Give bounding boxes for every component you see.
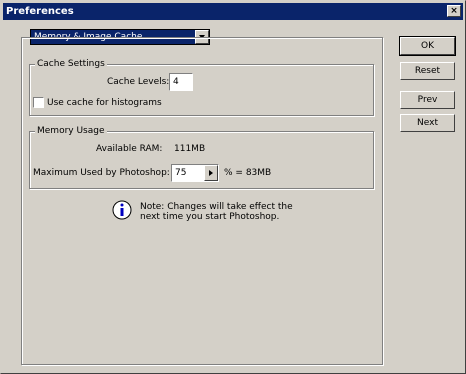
available-ram-value: 111MB	[174, 144, 206, 154]
window-title: Preferences	[6, 6, 74, 17]
preferences-dialog: Preferences × Memory & Image Cache Cache…	[0, 0, 466, 374]
cache-levels-input[interactable]: 4	[169, 73, 193, 91]
close-button[interactable]: ×	[447, 5, 461, 17]
note-line-1: Note: Changes will take effect the	[140, 202, 293, 212]
note-line-2: next time you start Photoshop.	[140, 212, 280, 222]
memory-usage-legend: Memory Usage	[35, 126, 107, 136]
ok-button[interactable]: OK	[399, 36, 456, 56]
cache-settings-legend: Cache Settings	[35, 59, 107, 69]
reset-button[interactable]: Reset	[400, 62, 455, 80]
title-bar: Preferences ×	[3, 3, 463, 20]
next-button-label: Next	[417, 118, 438, 128]
next-button[interactable]: Next	[400, 114, 455, 132]
prev-button[interactable]: Prev	[400, 91, 455, 109]
ok-button-label: OK	[421, 41, 434, 51]
close-icon: ×	[450, 6, 458, 16]
info-icon	[112, 200, 132, 220]
max-usage-spinner[interactable]	[204, 165, 218, 181]
histogram-checkbox[interactable]	[33, 97, 44, 108]
max-usage-value: 75	[175, 168, 187, 178]
cache-levels-label: Cache Levels:	[107, 77, 170, 87]
cache-levels-value: 4	[173, 77, 179, 87]
max-usage-label: Maximum Used by Photoshop:	[33, 168, 170, 178]
prev-button-label: Prev	[417, 95, 438, 105]
max-usage-input[interactable]: 75	[171, 164, 219, 182]
cache-settings-group	[29, 64, 374, 116]
max-usage-suffix: % = 83MB	[224, 168, 272, 178]
reset-button-label: Reset	[414, 66, 441, 76]
histogram-checkbox-label: Use cache for histograms	[47, 98, 162, 108]
available-ram-label: Available RAM:	[96, 144, 163, 154]
triangle-right-icon	[209, 170, 213, 176]
